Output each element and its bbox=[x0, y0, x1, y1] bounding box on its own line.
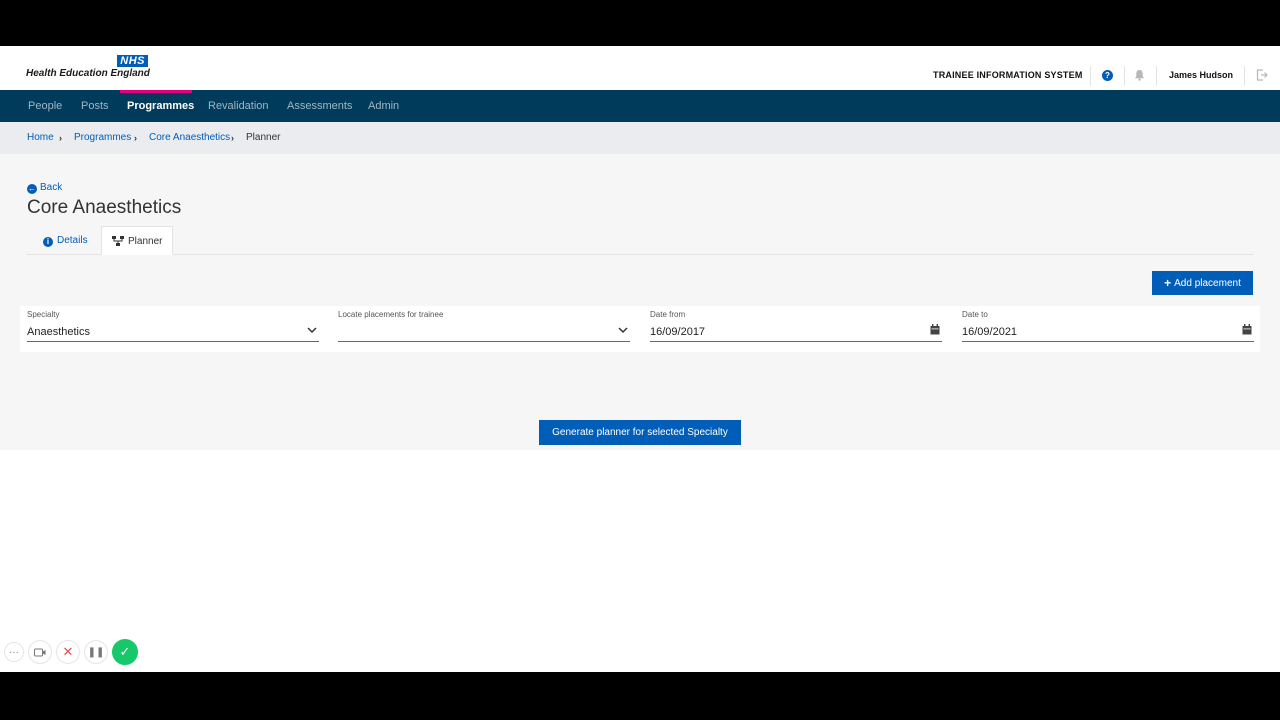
more-icon[interactable]: ··· bbox=[4, 642, 24, 662]
breadcrumb-programmes[interactable]: Programmes bbox=[74, 122, 131, 154]
user-name[interactable]: James Hudson bbox=[1169, 70, 1233, 80]
main-content: ← Back Core Anaesthetics i Details Planner… bbox=[0, 154, 1280, 450]
tab-details[interactable]: i Details bbox=[33, 226, 98, 255]
date-from-value: 16/09/2017 bbox=[650, 326, 706, 338]
pause-icon[interactable]: ❚❚ bbox=[84, 640, 108, 664]
field-underline bbox=[650, 341, 942, 342]
header-divider bbox=[1124, 66, 1125, 86]
bell-icon[interactable] bbox=[1134, 69, 1145, 81]
breadcrumb-separator-icon: › bbox=[231, 133, 234, 143]
chevron-down-icon bbox=[307, 327, 317, 334]
trainee-select[interactable]: Locate placements for trainee bbox=[338, 310, 630, 346]
site-header: NHS Health Education England TRAINEE INF… bbox=[0, 46, 1280, 90]
recorder-toolbar: ··· ✕ ❚❚ ✓ bbox=[4, 638, 138, 666]
nav-item-revalidation[interactable]: Revalidation bbox=[208, 90, 269, 122]
nav-item-people[interactable]: People bbox=[28, 90, 62, 122]
sitemap-icon bbox=[112, 236, 124, 246]
generate-planner-button[interactable]: Generate planner for selected Specialty bbox=[539, 420, 741, 445]
check-icon[interactable]: ✓ bbox=[112, 639, 138, 665]
page-title: Core Anaesthetics bbox=[27, 197, 182, 218]
nhs-badge: NHS bbox=[117, 55, 148, 67]
breadcrumb-planner: Planner bbox=[246, 132, 281, 143]
header-divider bbox=[1156, 66, 1157, 86]
date-to-label: Date to bbox=[962, 310, 988, 319]
breadcrumb-core-anaesthetics[interactable]: Core Anaesthetics bbox=[149, 122, 230, 154]
add-placement-button[interactable]: + Add placement bbox=[1152, 271, 1253, 295]
date-to-field[interactable]: Date to 16/09/2021 bbox=[962, 310, 1254, 346]
org-name: Health Education England bbox=[26, 68, 150, 79]
tabs-divider bbox=[27, 254, 1253, 255]
nav-item-posts[interactable]: Posts bbox=[81, 90, 109, 122]
date-from-field[interactable]: Date from 16/09/2017 bbox=[650, 310, 942, 346]
add-placement-label: Add placement bbox=[1174, 277, 1241, 289]
calendar-icon[interactable] bbox=[930, 324, 940, 335]
system-title: TRAINEE INFORMATION SYSTEM bbox=[933, 70, 1083, 80]
breadcrumb-separator-icon: › bbox=[134, 133, 137, 143]
letterbox-top bbox=[0, 0, 1280, 46]
logout-icon[interactable] bbox=[1256, 69, 1268, 81]
trainee-label: Locate placements for trainee bbox=[338, 310, 444, 319]
nav-item-assessments[interactable]: Assessments bbox=[287, 90, 352, 122]
header-divider bbox=[1090, 66, 1091, 86]
tab-planner[interactable]: Planner bbox=[101, 226, 174, 255]
breadcrumb-home[interactable]: Home bbox=[27, 122, 54, 154]
close-icon[interactable]: ✕ bbox=[56, 640, 80, 664]
date-to-value: 16/09/2021 bbox=[962, 326, 1018, 338]
main-nav: People Posts Programmes Revalidation Ass… bbox=[0, 90, 1280, 122]
help-icon[interactable]: ? bbox=[1102, 70, 1113, 81]
back-label: Back bbox=[40, 182, 63, 193]
app-window: NHS Health Education England TRAINEE INF… bbox=[0, 46, 1280, 672]
breadcrumb-separator-icon: › bbox=[59, 133, 62, 143]
hee-logo[interactable]: NHS Health Education England bbox=[26, 55, 150, 81]
header-divider bbox=[1244, 66, 1245, 86]
nav-item-programmes[interactable]: Programmes bbox=[127, 90, 194, 122]
chevron-down-icon bbox=[618, 327, 628, 334]
camera-icon[interactable] bbox=[28, 640, 52, 664]
nav-item-admin[interactable]: Admin bbox=[368, 90, 399, 122]
field-underline bbox=[338, 341, 630, 342]
letterbox-bottom bbox=[0, 672, 1280, 720]
specialty-value: Anaesthetics bbox=[27, 326, 90, 338]
calendar-icon[interactable] bbox=[1242, 324, 1252, 335]
date-from-label: Date from bbox=[650, 310, 686, 319]
filter-row: Specialty Anaesthetics Locate placements… bbox=[20, 306, 1260, 352]
info-icon: i bbox=[43, 237, 53, 247]
plus-icon: + bbox=[1164, 276, 1172, 290]
arrow-left-icon: ← bbox=[27, 184, 37, 194]
tab-details-label: Details bbox=[57, 235, 88, 246]
field-underline bbox=[27, 341, 319, 342]
field-underline bbox=[962, 341, 1254, 342]
trainee-value bbox=[338, 324, 630, 340]
breadcrumb: Home › Programmes › Core Anaesthetics › … bbox=[0, 122, 1280, 154]
tab-planner-label: Planner bbox=[128, 236, 163, 247]
back-link[interactable]: ← Back bbox=[27, 182, 62, 194]
specialty-select[interactable]: Specialty Anaesthetics bbox=[27, 310, 319, 346]
specialty-label: Specialty bbox=[27, 310, 60, 319]
